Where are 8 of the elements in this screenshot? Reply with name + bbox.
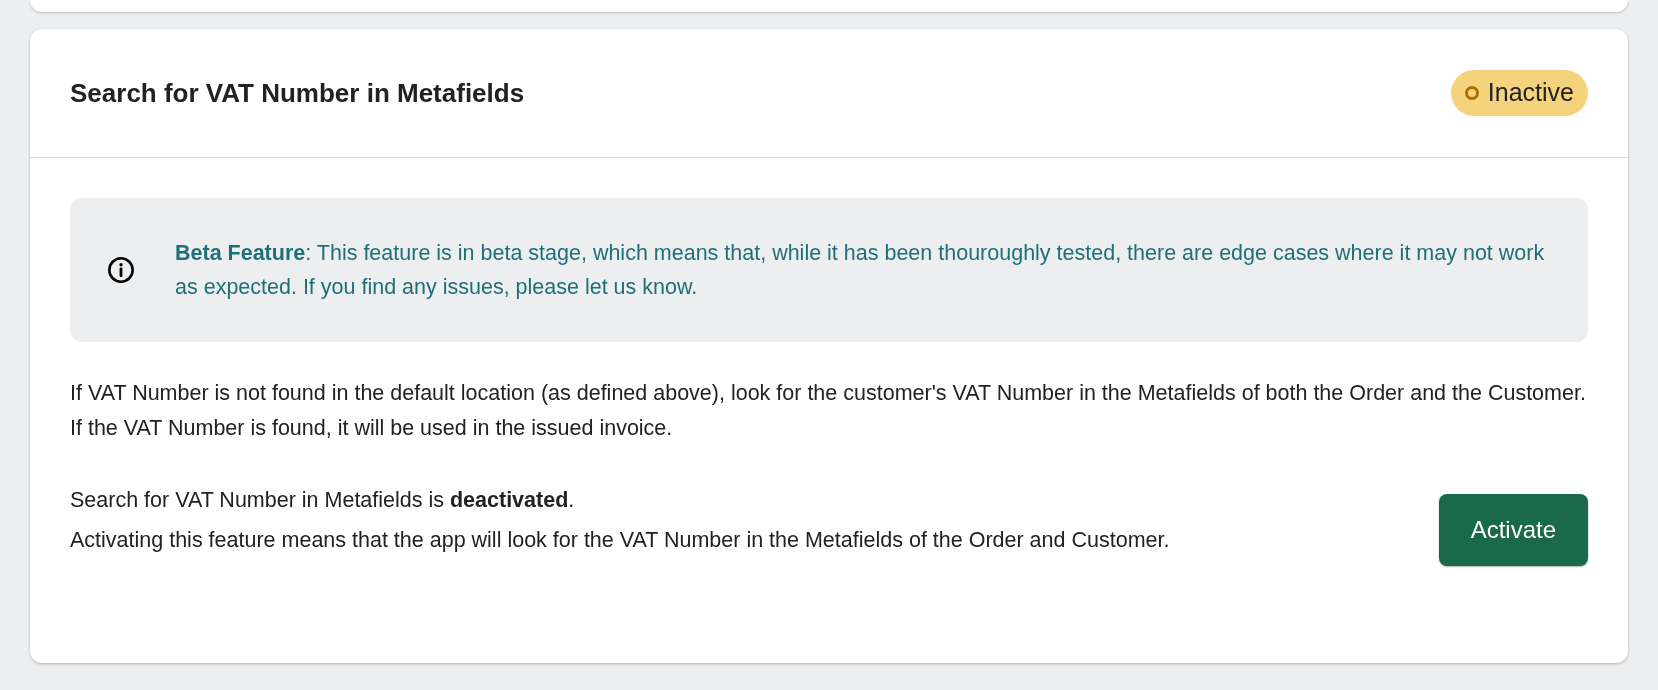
info-icon	[107, 256, 135, 284]
status-text: Search for VAT Number in Metafields is deactivated.	[70, 487, 576, 514]
banner-text: Beta Feature: This feature is in beta stage, which means that, while it has been thouroughly tested, there are edge cases where it may not work as expected. If you find any issues, please let us know.	[175, 240, 1546, 301]
card-title: Search for VAT Number in Metafields	[70, 76, 525, 110]
status-label: Inactive	[1487, 77, 1574, 109]
description-text: If VAT Number is not found in the default location (as defined above), look for the customer's VAT Number in the Metafields of both the Order and the Customer. If the VAT Number is found, it will be used in the issued invoice.	[70, 380, 1587, 442]
activate-button[interactable]: Activate	[1438, 494, 1588, 566]
explanation-text: Activating this feature means that the app will look for the VAT Number in the Metafields of the Order and Customer.	[70, 527, 1170, 554]
